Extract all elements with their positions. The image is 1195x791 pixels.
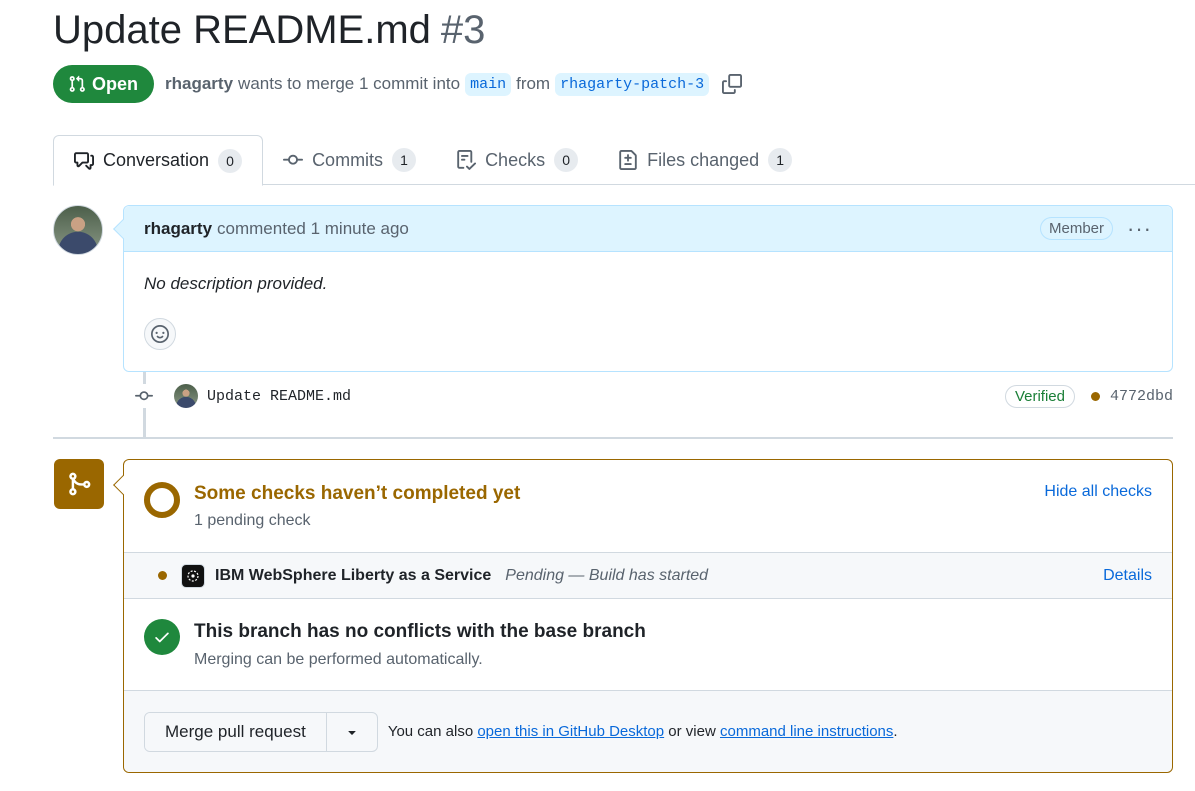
comment-header: rhagarty commented 1 minute ago Member ·… [124, 206, 1172, 252]
file-diff-icon [619, 150, 637, 170]
pr-number: #3 [440, 8, 486, 52]
base-branch-label[interactable]: main [465, 72, 512, 96]
comment-timestamp[interactable]: commented 1 minute ago [217, 219, 409, 239]
merge-box: Some checks haven’t completed yet 1 pend… [113, 459, 1173, 773]
command-line-instructions-link[interactable]: command line instructions [720, 723, 893, 740]
check-status: Pending — Build has started [505, 566, 709, 584]
pending-status-icon [144, 482, 180, 518]
comment-discussion-icon [74, 151, 94, 170]
tab-checks[interactable]: Checks 0 [436, 135, 598, 185]
pr-description-comment: rhagarty commented 1 minute ago Member ·… [113, 205, 1173, 372]
tab-checks-label: Checks [485, 149, 546, 170]
kebab-menu-icon[interactable]: ··· [1127, 217, 1152, 239]
member-badge: Member [1040, 217, 1114, 240]
avatar[interactable] [53, 205, 103, 255]
tab-conversation-label: Conversation [103, 150, 210, 170]
tab-conversation-count: 0 [218, 148, 243, 173]
merge-pull-request-button[interactable]: Merge pull request [145, 712, 327, 751]
check-details-link[interactable]: Details [1103, 567, 1152, 585]
conflict-status: This branch has no conflicts with the ba… [124, 599, 1172, 691]
git-merge-status-icon [54, 459, 104, 509]
hide-all-checks-link[interactable]: Hide all checks [1044, 483, 1152, 501]
commit-message-link[interactable]: Update README.md [207, 388, 351, 405]
tab-commits-count: 1 [392, 148, 417, 172]
pending-dot-icon [158, 571, 167, 580]
pr-title: Update README.md #3 [53, 6, 485, 54]
pr-tabs: Conversation 0 Commits 1 Checks 0 Files … [53, 135, 1195, 186]
github-desktop-link[interactable]: open this in GitHub Desktop [477, 723, 664, 740]
from-text: from [516, 74, 551, 93]
pr-state-row: Open rhagarty wants to merge 1 commit in… [53, 65, 743, 103]
merge-actions: Merge pull request You can also open thi… [124, 691, 1172, 772]
git-commit-icon [132, 384, 156, 408]
checks-summary: Some checks haven’t completed yet 1 pend… [124, 460, 1172, 553]
tab-conversation[interactable]: Conversation 0 [53, 135, 264, 186]
period-text: . [893, 723, 898, 740]
pr-author-link[interactable]: rhagarty [165, 74, 233, 94]
conflict-title: This branch has no conflicts with the ba… [194, 621, 646, 642]
checks-subtitle: 1 pending check [194, 512, 311, 529]
merge-description: wants to merge 1 commit into [238, 74, 461, 93]
tab-files-changed-label: Files changed [647, 149, 760, 170]
tab-commits[interactable]: Commits 1 [263, 135, 436, 185]
smiley-icon [151, 325, 169, 343]
tab-checks-count: 0 [554, 148, 579, 172]
merge-help-text: You can also open this in GitHub Desktop… [388, 723, 898, 740]
tab-commits-label: Commits [312, 149, 384, 170]
app-logo-icon [181, 563, 205, 588]
merge-button-group: Merge pull request [144, 711, 378, 752]
comment-body: No description provided. [144, 274, 328, 293]
open-state-badge: Open [53, 65, 155, 103]
commit-row: Update README.md Verified 4772dbd [132, 380, 1173, 412]
checklist-icon [457, 150, 477, 170]
or-view-text: or view [668, 723, 716, 740]
commit-author-avatar[interactable] [174, 384, 198, 408]
git-commit-icon [283, 154, 304, 165]
tab-files-changed[interactable]: Files changed 1 [598, 135, 812, 185]
head-branch-label[interactable]: rhagarty-patch-3 [555, 72, 710, 96]
comment-author[interactable]: rhagarty [144, 219, 212, 239]
check-item: IBM WebSphere Liberty as a Service Pendi… [124, 553, 1172, 599]
copy-icon[interactable] [722, 74, 743, 94]
triangle-down-icon [348, 730, 356, 735]
checks-title: Some checks haven’t completed yet [194, 483, 521, 504]
commit-sha-link[interactable]: 4772dbd [1110, 388, 1173, 405]
conflict-subtitle: Merging can be performed automatically. [194, 651, 483, 668]
check-name: IBM WebSphere Liberty as a Service [215, 566, 492, 584]
tab-files-changed-count: 1 [768, 148, 793, 172]
merge-method-dropdown[interactable] [327, 713, 377, 751]
add-reaction-button[interactable] [144, 318, 176, 350]
commit-status-dot[interactable] [1090, 391, 1100, 401]
open-state-label: Open [92, 73, 139, 94]
also-text: You can also [387, 723, 474, 740]
verified-badge[interactable]: Verified [1004, 384, 1075, 408]
timeline-divider [53, 437, 1173, 439]
git-pull-request-icon [69, 75, 85, 92]
check-circle-icon [144, 619, 180, 655]
pr-title-text: Update README.md [53, 8, 431, 52]
